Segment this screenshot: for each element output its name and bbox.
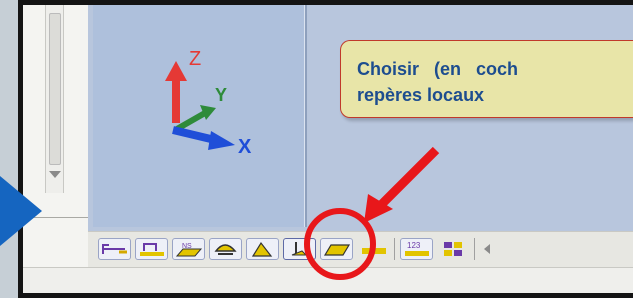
axes-icon: Z Y X <box>165 48 252 153</box>
vertical-scrollbar[interactable] <box>45 5 64 193</box>
section-view-icon <box>214 244 237 255</box>
toolbar-separator <box>394 238 395 260</box>
scrollbar-thumb[interactable] <box>49 13 61 165</box>
floor-button[interactable] <box>357 238 390 260</box>
status-bar <box>23 267 633 293</box>
left-panel <box>23 5 89 293</box>
display-style-button[interactable] <box>246 238 279 260</box>
display-style-icon <box>251 241 273 257</box>
section-view-button[interactable] <box>209 238 242 260</box>
toolbar-scroll-left-icon[interactable] <box>484 244 490 254</box>
svg-text:123: 123 <box>407 241 421 250</box>
toolbar: NS 123 <box>88 231 633 268</box>
local-axes-icon <box>291 242 308 256</box>
scroll-down-icon[interactable] <box>49 171 61 178</box>
axis-x-line <box>172 126 216 144</box>
local-plane-button[interactable] <box>320 238 353 260</box>
toolbar-separator <box>474 238 475 260</box>
axis-z-arrow <box>165 61 187 81</box>
axis-z-label: Z <box>189 48 201 70</box>
grid-icon <box>444 242 462 256</box>
view-tile[interactable]: Z Y X <box>93 5 307 227</box>
measure-element-icon: NS <box>175 243 203 257</box>
measure-angle-button[interactable] <box>98 238 131 260</box>
numbering-icon: 123 <box>405 241 429 256</box>
side-arrow-icon <box>0 176 42 246</box>
measure-distance-button[interactable] <box>135 238 168 260</box>
measure-distance-icon <box>140 243 164 256</box>
axis-x-label: X <box>238 136 252 153</box>
callout-line-2: repères locaux <box>357 85 485 105</box>
instruction-callout: Choisir (en coch repères locaux <box>340 40 633 118</box>
numbering-button[interactable]: 123 <box>400 238 433 260</box>
measure-angle-icon <box>102 244 127 254</box>
axis-x-arrow <box>208 131 235 150</box>
local-axes-button[interactable] <box>283 238 316 260</box>
axis-y-label: Y <box>215 85 227 105</box>
3d-viewport[interactable]: Z Y X <box>88 5 633 231</box>
callout-line-1: Choisir (en coch <box>357 59 519 79</box>
axis-y-line <box>175 110 207 132</box>
measure-element-button[interactable]: NS <box>172 238 205 260</box>
local-plane-icon <box>323 244 351 256</box>
grid-button[interactable] <box>437 238 470 260</box>
floor-icon <box>362 248 386 254</box>
